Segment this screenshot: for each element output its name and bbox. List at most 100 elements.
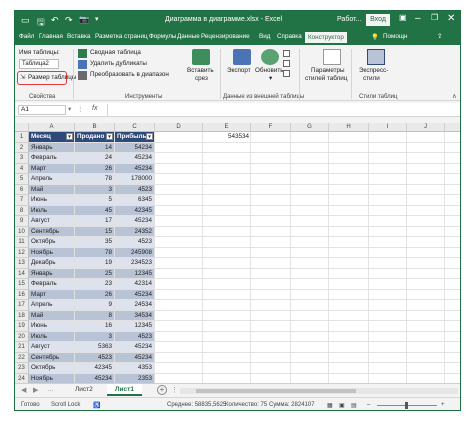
minimize-icon[interactable]: – (415, 13, 421, 24)
share-icon[interactable]: ⇪ (437, 33, 442, 40)
table-cell[interactable]: 2353 (115, 373, 155, 383)
table-cell[interactable]: Март (29, 289, 75, 300)
chevron-down-icon[interactable]: ▾ (269, 75, 272, 82)
tell-me-label[interactable]: Помощн (383, 33, 408, 40)
table-cell[interactable]: 78 (75, 247, 115, 258)
table-cell[interactable]: 45 (75, 205, 115, 216)
row-header[interactable]: 4 (15, 163, 29, 174)
table-cell[interactable]: 34534 (115, 310, 155, 321)
table-cell[interactable]: 4523 (115, 331, 155, 342)
table-cell[interactable]: Октябрь (29, 363, 75, 374)
row-header[interactable]: 19 (15, 321, 29, 332)
table-header-cell[interactable]: Месяц ▾ (29, 132, 75, 143)
table-cell[interactable]: Апрель (29, 300, 75, 311)
table-header-cell[interactable]: Продано ▾ (75, 132, 115, 143)
select-all-corner[interactable] (15, 123, 29, 132)
row-header[interactable]: 22 (15, 352, 29, 363)
table-cell[interactable]: 23 (75, 279, 115, 290)
column-header[interactable]: H (329, 123, 369, 132)
row-header[interactable]: 3 (15, 153, 29, 164)
table-cell[interactable]: 42345 (115, 205, 155, 216)
table-cell[interactable]: 234523 (115, 258, 155, 269)
zoom-out-icon[interactable]: – (367, 402, 370, 408)
tab-design[interactable]: Конструктор (305, 32, 347, 43)
table-cell[interactable]: Февраль (29, 279, 75, 290)
table-cell[interactable]: Ноябрь (29, 373, 75, 383)
resize-table-button[interactable]: ⇲ Размер таблицы (17, 71, 76, 85)
row-header[interactable]: 18 (15, 310, 29, 321)
style-options-label-1[interactable]: Параметры (311, 67, 345, 74)
table-cell[interactable]: Июль (29, 205, 75, 216)
row-header[interactable]: 2 (15, 142, 29, 153)
table-cell[interactable]: Январь (29, 268, 75, 279)
table-cell[interactable]: 45234 (115, 216, 155, 227)
table-cell[interactable]: 45234 (115, 163, 155, 174)
redo-icon[interactable]: ↷ (65, 15, 73, 26)
table-cell[interactable]: 4353 (115, 363, 155, 374)
table-cell[interactable]: Август (29, 342, 75, 353)
signin-button[interactable]: Вход (366, 14, 390, 26)
table-cell[interactable]: 35 (75, 237, 115, 248)
row-header[interactable]: 24 (15, 373, 29, 383)
insert-slicer-label-1[interactable]: Вставить (187, 67, 214, 74)
insert-slicer-label-2[interactable]: срез (195, 75, 208, 82)
table-cell[interactable]: Апрель (29, 174, 75, 185)
column-header[interactable]: F (251, 123, 291, 132)
table-cell[interactable]: Сентябрь (29, 226, 75, 237)
column-header[interactable]: A (29, 123, 75, 132)
ribbon-display-icon[interactable]: ▣ (399, 13, 407, 22)
tab-formulas[interactable]: Формулы (149, 33, 176, 40)
table-cell[interactable]: 24352 (115, 226, 155, 237)
undo-icon[interactable]: ↶ (51, 15, 59, 26)
checkbox-icon[interactable] (283, 50, 290, 57)
row-header[interactable]: 6 (15, 184, 29, 195)
checkbox-icon[interactable] (283, 60, 290, 67)
tab-data[interactable]: Данные (177, 33, 200, 40)
table-cell[interactable]: Август (29, 216, 75, 227)
column-header[interactable]: I (369, 123, 407, 132)
table-cell[interactable]: 45234 (115, 352, 155, 363)
formula-input[interactable] (107, 104, 457, 116)
table-cell[interactable]: 45234 (115, 153, 155, 164)
table-cell[interactable]: 24 (75, 153, 115, 164)
accessibility-icon[interactable]: ♿ (93, 402, 100, 409)
tab-help[interactable]: Справка (277, 33, 302, 40)
style-options-label-2[interactable]: стилей таблиц (305, 75, 347, 82)
collapse-ribbon-icon[interactable]: ∧ (452, 93, 457, 100)
quick-styles-label-1[interactable]: Экспресс- (359, 67, 388, 74)
row-header[interactable]: 15 (15, 279, 29, 290)
table-cell[interactable]: Июнь (29, 195, 75, 206)
scrollbar-thumb[interactable] (196, 389, 356, 393)
tab-review[interactable]: Рецензирование (201, 33, 250, 40)
table-cell[interactable]: 5 (75, 195, 115, 206)
page-break-view-icon[interactable]: ▤ (351, 402, 357, 409)
table-cell[interactable]: 42314 (115, 279, 155, 290)
tab-insert[interactable]: Вставка (67, 33, 90, 40)
row-header[interactable]: 5 (15, 174, 29, 185)
close-icon[interactable]: ✕ (447, 13, 455, 24)
table-cell[interactable]: 25 (75, 268, 115, 279)
table-cell[interactable]: 45234 (75, 373, 115, 383)
table-cell[interactable]: 24534 (115, 300, 155, 311)
tab-file[interactable]: Файл (19, 33, 34, 40)
table-cell[interactable]: Январь (29, 142, 75, 153)
table-cell[interactable]: 17 (75, 216, 115, 227)
sheet-tab-list2[interactable]: Лист2 (67, 384, 101, 396)
column-header[interactable]: K (445, 123, 460, 132)
row-header[interactable]: 11 (15, 237, 29, 248)
table-cell[interactable]: Февраль (29, 153, 75, 164)
checkbox-icon[interactable] (283, 70, 290, 77)
table-cell[interactable]: 42345 (75, 363, 115, 374)
table-name-input[interactable]: Таблица2 (19, 59, 59, 69)
table-cell[interactable]: 12345 (115, 321, 155, 332)
table-cell[interactable]: Октябрь (29, 237, 75, 248)
table-cell[interactable]: 54234 (115, 142, 155, 153)
table-cell[interactable]: 6345 (115, 195, 155, 206)
table-cell[interactable]: Июль (29, 331, 75, 342)
convert-to-range-button[interactable]: Преобразовать в диапазон (90, 71, 169, 78)
column-header[interactable]: J (407, 123, 445, 132)
row-header[interactable]: 12 (15, 247, 29, 258)
camera-icon[interactable]: 📷 (79, 15, 89, 24)
table-cell[interactable]: Декабрь (29, 258, 75, 269)
table-cell[interactable]: 78 (75, 174, 115, 185)
